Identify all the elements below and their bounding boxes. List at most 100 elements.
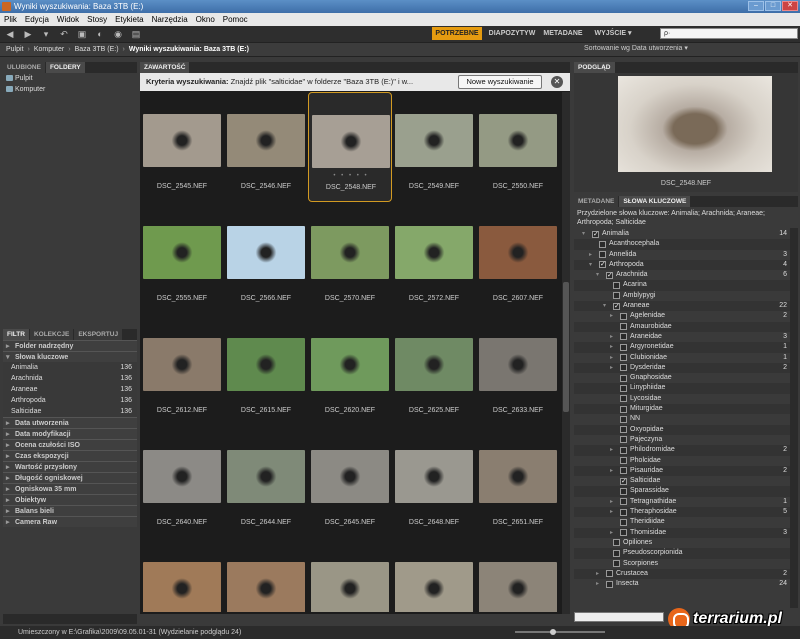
keyword-tree-item[interactable]: ▸ Theraphosidae 5 [574,507,790,518]
thumbnail-image[interactable] [143,562,221,612]
keyword-checkbox[interactable] [613,281,620,289]
keyword-checkbox[interactable] [620,323,627,331]
chevron-down-icon[interactable]: ▾ [603,301,606,311]
thumbnail-image[interactable] [395,226,473,279]
thumbnail[interactable]: DSC_2546.NEF [224,92,308,202]
menu-item[interactable]: Etykieta [115,15,143,24]
keyword-checkbox[interactable] [613,292,620,300]
keyword-checkbox[interactable] [599,251,606,259]
thumbnail[interactable]: DSC_2633.NEF [476,316,560,426]
sort-dropdown[interactable]: Sortowanie wg Data utworzenia ▾ [584,44,688,52]
keyword-tree-item[interactable]: ▾ Arthropoda 4 [574,259,790,271]
refine-icon[interactable]: ◐ [94,29,106,39]
keyword-checkbox[interactable] [606,570,613,578]
thumbnail[interactable]: DSC_2607.NEF [476,204,560,314]
scroll-thumb[interactable] [563,282,569,412]
keyword-checkbox[interactable] [592,230,599,240]
open-in-raw-icon[interactable]: ◉ [112,29,124,39]
keyword-tree-item[interactable]: Pholcidae [574,456,790,466]
filter-keyword-row[interactable]: Arachnida 136 [3,373,137,384]
keyword-checkbox[interactable] [620,446,627,454]
thumbnail[interactable]: DSC_2615.NEF [224,316,308,426]
keyword-tree-item[interactable]: Pajeczyna [574,435,790,445]
chevron-right-icon[interactable]: ▸ [610,363,613,373]
breadcrumb-current[interactable]: Wyniki wyszukiwania: Baza 3TB (E:) [129,46,249,53]
keyword-checkbox[interactable] [606,580,613,588]
workspace-wyjscie[interactable]: WYJŚCIE ▾ [588,27,638,40]
tab-ulubione[interactable]: ULUBIONE [3,62,45,73]
keyword-tree-item[interactable]: ▸ Annelida 3 [574,250,790,260]
chevron-down-icon[interactable]: ▾ [582,229,585,239]
thumbnail-image[interactable] [311,450,389,503]
menu-item[interactable]: Plik [4,15,17,24]
menu-item[interactable]: Narzędzia [152,15,188,24]
menu-item[interactable]: Pomoc [223,15,248,24]
thumbnail[interactable]: DSC_2620.NEF [308,316,392,426]
keyword-tree-item[interactable]: Oxyopidae [574,424,790,435]
thumbnail-image[interactable] [311,562,389,612]
thumbnail[interactable]: DSC_2555.NEF [140,204,224,314]
menu-item[interactable]: Okno [196,15,215,24]
keyword-checkbox[interactable] [620,457,627,465]
keyword-tree-item[interactable]: Linyphiidae [574,383,790,394]
output-icon[interactable]: ▤ [130,29,142,39]
search-input[interactable]: ρ· [660,28,798,39]
thumbnail[interactable]: DSC_2625.NEF [392,316,476,426]
keyword-checkbox[interactable] [613,560,620,567]
keyword-tree-item[interactable]: ▸ Agelenidae 2 [574,311,790,321]
keyword-tree-item[interactable]: ▸ Crustacea 2 [574,568,790,580]
thumbnail-image[interactable] [143,226,221,279]
folder-komputer[interactable]: Komputer [3,84,137,95]
filter-keyword-row[interactable]: Arthropoda 136 [3,395,137,406]
minimize-button[interactable]: – [748,1,764,11]
chevron-right-icon[interactable]: ▸ [610,466,613,476]
keyword-tree-item[interactable]: NN [574,414,790,424]
keyword-tree-item[interactable]: ▸ Pisauridae 2 [574,465,790,477]
menu-item[interactable]: Widok [57,15,79,24]
keyword-tree-item[interactable]: ▸ Insecta 24 [574,579,790,589]
chevron-right-icon[interactable]: ▸ [596,569,599,579]
preview-image[interactable] [618,76,772,172]
keyword-checkbox[interactable] [620,354,627,362]
chevron-right-icon[interactable]: ▸ [610,497,613,507]
breadcrumb-komputer[interactable]: Komputer [34,46,64,53]
thumbnail[interactable]: DSC_2545.NEF [140,92,224,202]
keyword-tree-item[interactable]: Miturgidae [574,404,790,415]
keyword-checkbox[interactable] [620,518,627,526]
filter-keyword-row[interactable]: Salticidae 136 [3,406,137,417]
thumbnail[interactable]: DSC_2550.NEF [476,92,560,202]
thumbnail-image[interactable] [227,114,305,167]
chevron-right-icon[interactable]: ▸ [596,579,599,589]
close-window-button[interactable]: ✕ [782,1,798,11]
keyword-checkbox[interactable] [620,498,627,506]
keyword-checkbox[interactable] [620,529,627,537]
workspace-diapozytyw[interactable]: DIAPOZYTYW [486,27,538,40]
keyword-checkbox[interactable] [620,426,627,434]
keyword-tree-item[interactable]: Amblypygi [574,291,790,301]
thumbnail-image[interactable] [227,226,305,279]
filter-keyword-row[interactable]: Animalia 136 [3,362,137,373]
keyword-tree-item[interactable]: ▾ Animalia 14 [574,229,790,240]
tab-metadane[interactable]: METADANE [574,196,619,207]
keyword-checkbox[interactable] [620,374,627,382]
filter-folder[interactable]: Folder nadrzędny [3,340,137,352]
filter-keyword-row[interactable]: Araneae 136 [3,384,137,395]
keyword-tree-item[interactable]: Scorpiones [574,559,790,569]
menu-item[interactable]: Stosy [87,15,107,24]
thumbnail[interactable]: DSC_2566.NEF [224,204,308,314]
tab-eksportuj[interactable]: EKSPORTUJ [74,329,123,340]
keyword-tree-item[interactable]: Acanthocephala [574,239,790,250]
thumbnail-selected[interactable]: • • • • • DSC_2548.NEF [308,92,392,202]
chevron-right-icon[interactable]: ▸ [610,353,613,363]
thumbnail[interactable] [308,540,392,612]
chevron-down-icon[interactable]: ▾ [596,270,599,280]
filter-category[interactable]: Data utworzenia [3,417,137,429]
breadcrumb-drive[interactable]: Baza 3TB (E:) [75,46,119,53]
chevron-right-icon[interactable]: ▸ [610,311,613,321]
keyword-tree-item[interactable]: ▸ Clubionidae 1 [574,353,790,363]
keyword-checkbox[interactable] [606,271,613,281]
workspace-active[interactable]: POTRZEBNE [432,27,482,40]
filter-category[interactable]: Wartość przysłony [3,461,137,473]
keyword-checkbox[interactable] [613,549,620,557]
folder-pulpit[interactable]: Pulpit [3,73,137,84]
